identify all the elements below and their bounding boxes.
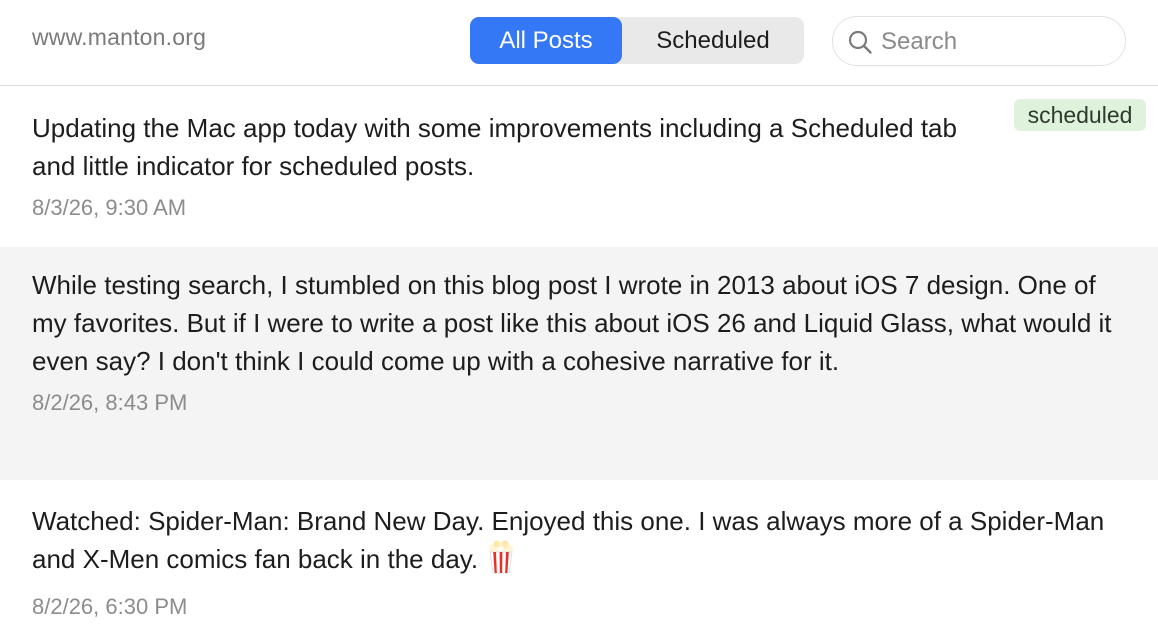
post-text: Updating the Mac app today with some imp…	[32, 113, 957, 181]
search-input[interactable]	[881, 26, 1111, 58]
post-text: Watched: Spider-Man: Brand New Day. Enjo…	[32, 506, 1105, 574]
tab-all-posts[interactable]: All Posts	[470, 17, 622, 64]
search-icon	[848, 30, 872, 54]
toolbar: www.manton.org All Posts Scheduled	[0, 0, 1158, 86]
post-date: 8/3/26, 9:30 AM	[32, 195, 187, 220]
tab-scheduled[interactable]: Scheduled	[622, 17, 804, 64]
post-text-wrap: Watched: Spider-Man: Brand New Day. Enjo…	[32, 502, 1132, 584]
post-date: 8/2/26, 6:30 PM	[32, 594, 188, 619]
post-row[interactable]: While testing search, I stumbled on this…	[0, 247, 1158, 480]
site-title: www.manton.org	[32, 24, 207, 50]
scheduled-badge: scheduled	[1014, 99, 1146, 131]
post-filter-segmented-control: All Posts Scheduled	[470, 17, 804, 64]
post-date: 8/2/26, 8:43 PM	[32, 390, 188, 415]
post-row[interactable]: Watched: Spider-Man: Brand New Day. Enjo…	[0, 480, 1158, 630]
search-field[interactable]	[832, 16, 1126, 66]
post-row[interactable]: scheduled Updating the Mac app today wit…	[0, 87, 1158, 247]
post-text: While testing search, I stumbled on this…	[32, 270, 1112, 376]
popcorn-icon	[486, 540, 516, 584]
